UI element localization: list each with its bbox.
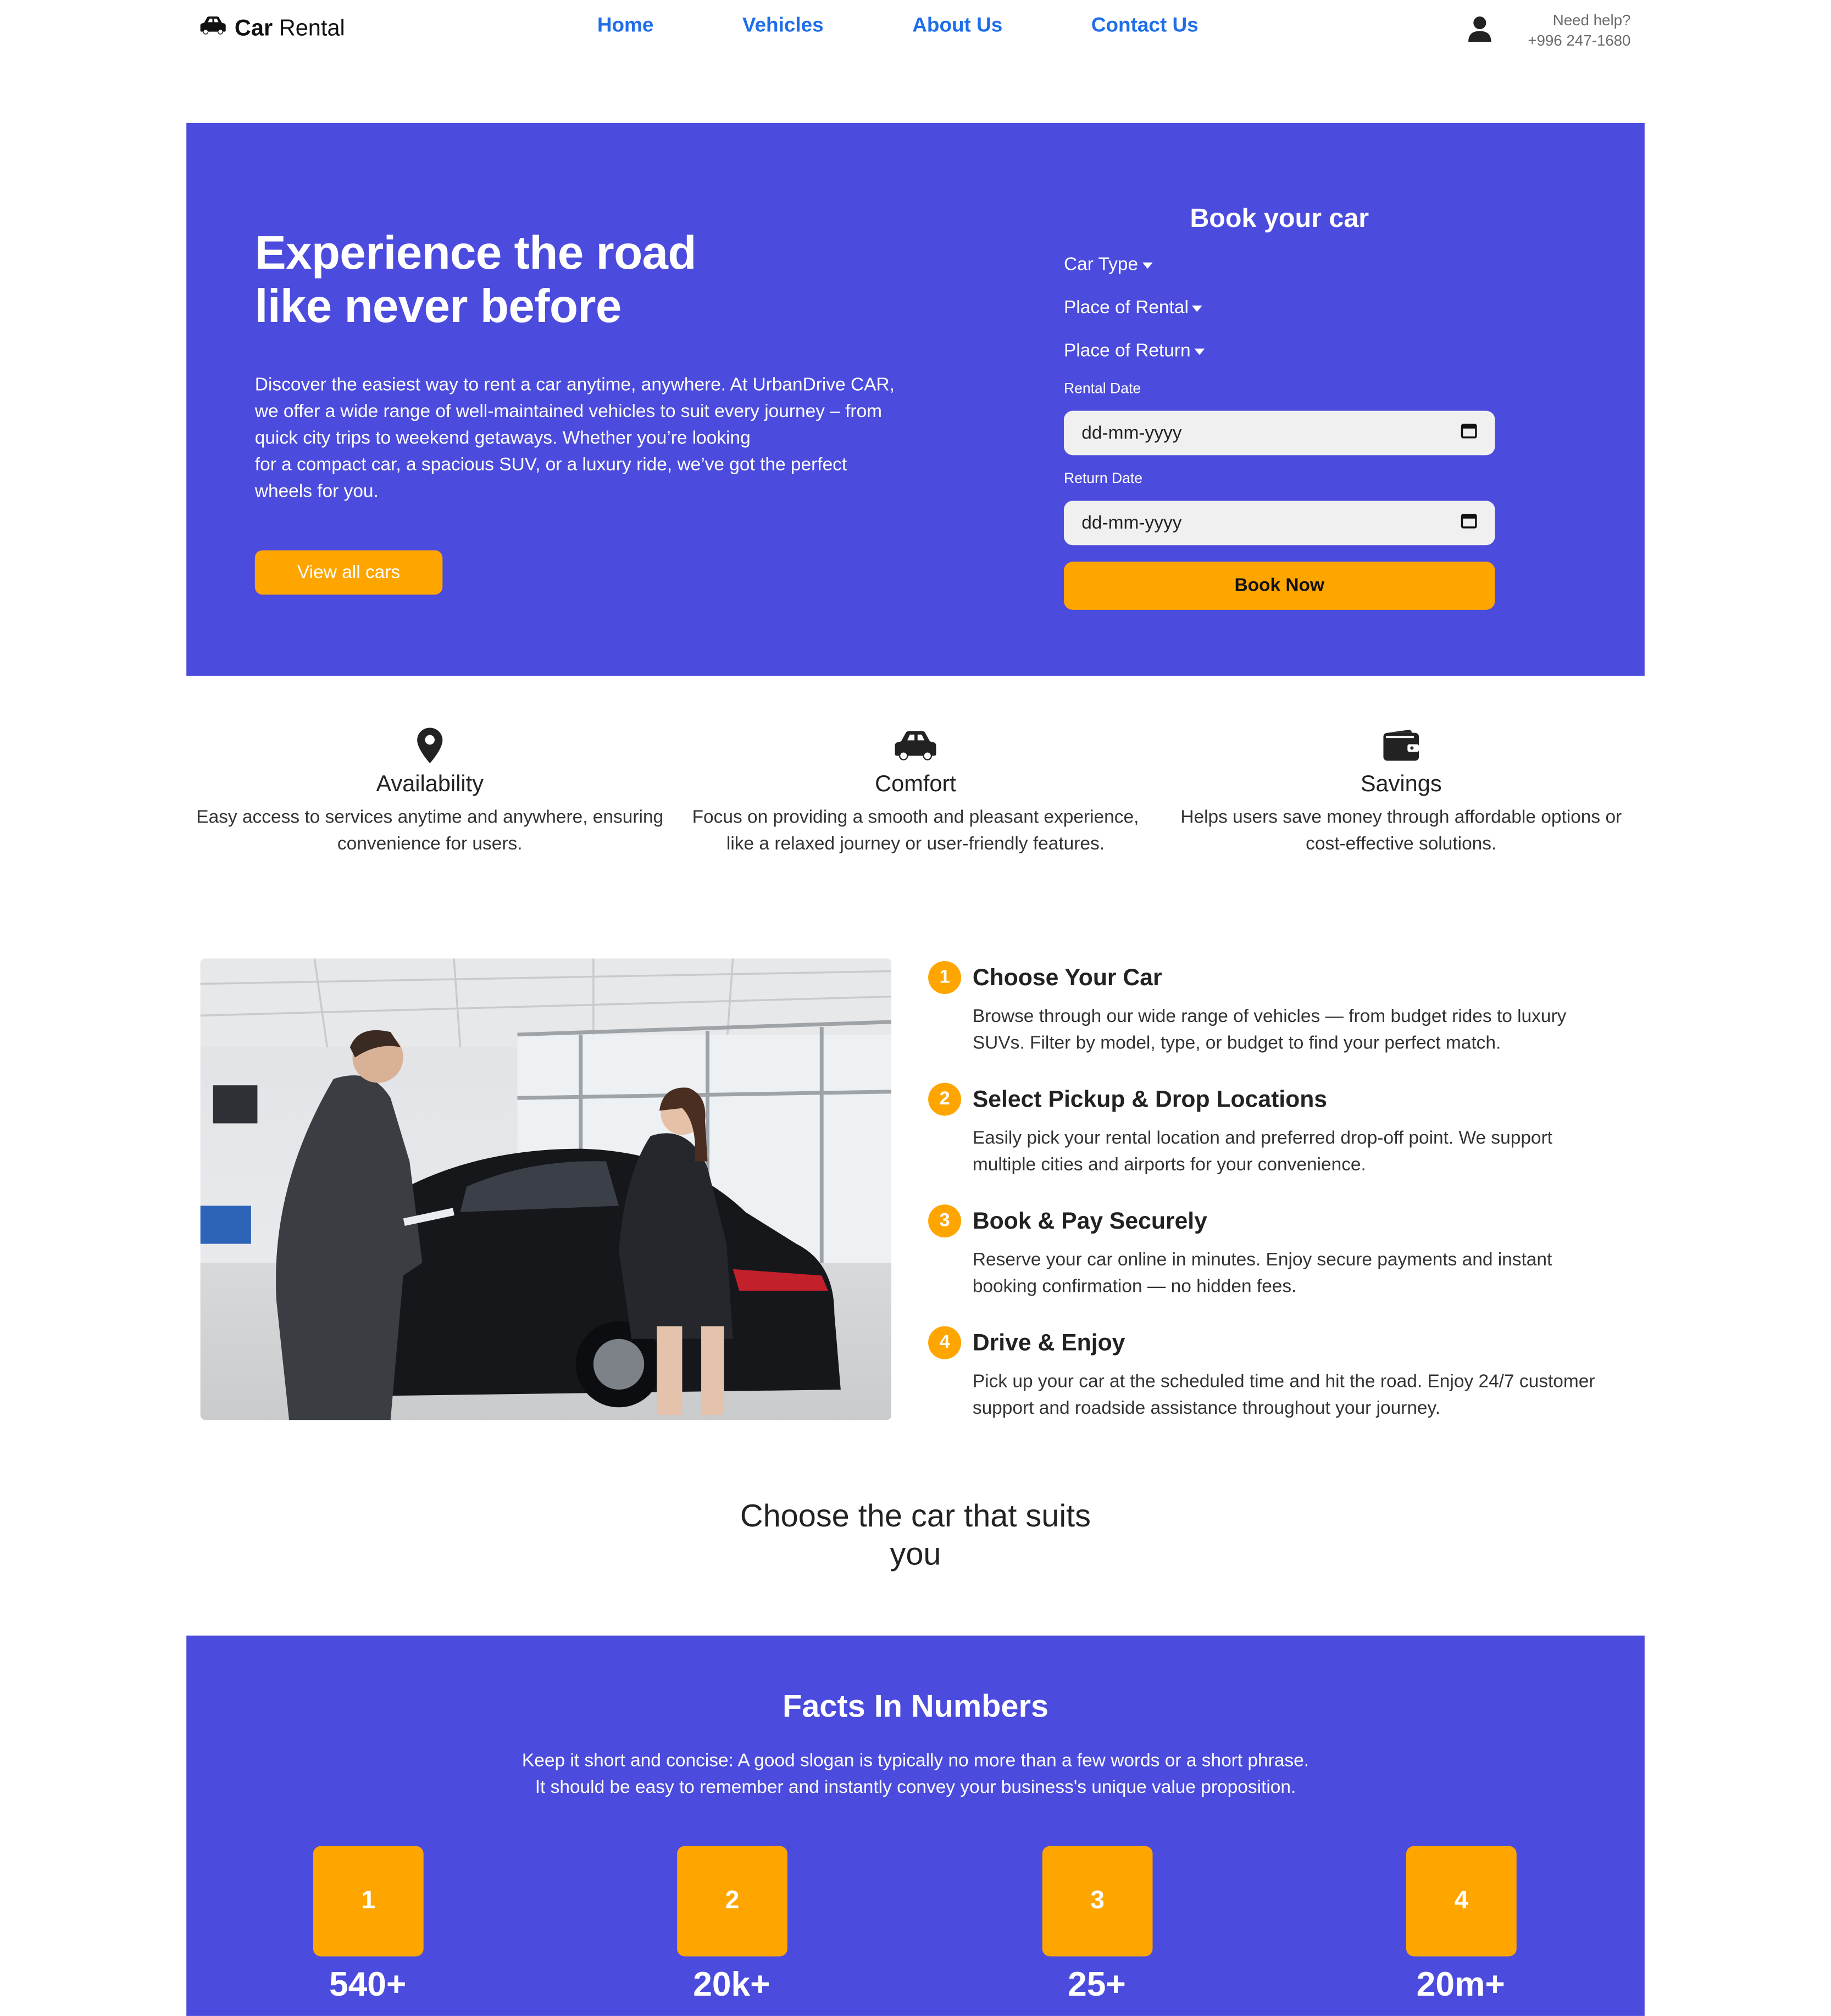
- hero-section: Experience the road like never before Di…: [186, 123, 1645, 676]
- return-date-label: Return Date: [1063, 471, 1143, 487]
- nav-contact-us[interactable]: Contact Us: [1091, 15, 1199, 38]
- place-of-rental-dropdown[interactable]: Place of Rental: [1064, 296, 1495, 338]
- place-of-return-dropdown[interactable]: Place of Return: [1064, 338, 1495, 381]
- step-text: Pick up your car at the scheduled time a…: [972, 1371, 1595, 1419]
- calendar-icon[interactable]: [1461, 422, 1477, 443]
- place-of-return-label: Place of Return: [1063, 341, 1191, 362]
- booking-title: Book your car: [1190, 204, 1369, 234]
- hero-title: Experience the road like never before: [254, 227, 697, 334]
- fact-icon-box: 2: [677, 1846, 787, 1957]
- fact-icon-box: 3: [1042, 1846, 1153, 1957]
- brand-name-rest: Rental: [279, 15, 345, 41]
- fact-value: 540+: [329, 1965, 407, 2003]
- wallet-icon: [1167, 726, 1636, 764]
- place-of-rental-label: Place of Rental: [1063, 298, 1189, 319]
- car-icon: [199, 15, 227, 42]
- fact-value: 20m+: [1416, 1965, 1505, 2003]
- car-type-dropdown[interactable]: Car Type: [1064, 252, 1495, 295]
- feature-text: Helps users save money through affordabl…: [1180, 807, 1622, 855]
- feature-comfort: Comfort Focus on providing a smooth and …: [681, 726, 1150, 858]
- rental-date-input[interactable]: dd-mm-yyyy: [1063, 410, 1495, 456]
- nav-vehicles[interactable]: Vehicles: [742, 15, 824, 38]
- rental-date-label: Rental Date: [1063, 381, 1141, 397]
- car-icon: [681, 726, 1150, 764]
- step-text: Reserve your car online in minutes. Enjo…: [972, 1250, 1552, 1297]
- hero-description: Discover the easiest way to rent a car a…: [254, 375, 895, 502]
- feature-text: Focus on providing a smooth and pleasant…: [692, 807, 1139, 855]
- step-title: Drive & Enjoy: [972, 1329, 1125, 1356]
- hero-title-line2: like never before: [254, 280, 622, 332]
- nav-home[interactable]: Home: [597, 15, 654, 38]
- step-text: Browse through our wide range of vehicle…: [972, 1007, 1567, 1054]
- step-number-badge: 1: [928, 961, 962, 995]
- brand-name-bold: Car: [234, 15, 273, 41]
- feature-title: Comfort: [875, 770, 956, 797]
- fact-value: 20k+: [693, 1965, 770, 2003]
- step-item: 2 Select Pickup & Drop Locations Easily …: [928, 1081, 1619, 1179]
- help-label: Need help?: [1552, 11, 1631, 30]
- caret-down-icon: [1194, 348, 1205, 355]
- step-number-badge: 2: [928, 1082, 962, 1116]
- caret-down-icon: [1142, 262, 1152, 269]
- help-phone[interactable]: +996 247-1680: [1504, 30, 1630, 51]
- choose-car-heading: Choose the car that suits you: [740, 1498, 1091, 1573]
- return-date-placeholder: dd-mm-yyyy: [1081, 513, 1182, 534]
- step-title: Book & Pay Securely: [972, 1207, 1207, 1234]
- book-now-button[interactable]: Book Now: [1063, 562, 1495, 610]
- page: Car Rental Home Vehicles About Us Contac…: [0, 0, 1831, 2016]
- rental-date-placeholder: dd-mm-yyyy: [1081, 423, 1182, 443]
- brand-logo[interactable]: Car Rental: [199, 15, 345, 42]
- step-text: Easily pick your rental location and pre…: [972, 1128, 1553, 1176]
- feature-title: Savings: [1360, 770, 1442, 797]
- showroom-photo: [200, 958, 892, 1420]
- fact-icon-box: 4: [1406, 1846, 1517, 1957]
- facts-section: Facts In Numbers Keep it short and conci…: [186, 1635, 1645, 2016]
- feature-availability: Availability Easy access to services any…: [195, 726, 664, 858]
- booking-form: Book your car Car Type Place of Rental P…: [1063, 204, 1495, 610]
- step-item: 3 Book & Pay Securely Reserve your car o…: [928, 1203, 1619, 1301]
- fact-value: 25+: [1068, 1965, 1126, 2003]
- fact-icon-box: 1: [313, 1846, 424, 1957]
- facts-subtitle: Keep it short and concise: A good slogan…: [521, 1751, 1310, 1798]
- user-icon[interactable]: [1467, 15, 1492, 49]
- caret-down-icon: [1192, 305, 1203, 312]
- help-contact: Need help? +996 247-1680: [1504, 10, 1631, 51]
- return-date-input[interactable]: dd-mm-yyyy: [1063, 501, 1495, 546]
- location-pin-icon: [195, 726, 664, 764]
- feature-title: Availability: [376, 770, 484, 797]
- calendar-icon[interactable]: [1461, 512, 1477, 534]
- car-type-label: Car Type: [1063, 254, 1139, 275]
- step-number-badge: 4: [928, 1326, 962, 1359]
- step-item: 1 Choose Your Car Browse through our wid…: [928, 960, 1619, 1058]
- view-all-cars-button[interactable]: View all cars: [254, 550, 443, 595]
- feature-text: Easy access to services anytime and anyw…: [196, 807, 664, 855]
- feature-savings: Savings Helps users save money through a…: [1167, 726, 1636, 858]
- main-nav: Home Vehicles About Us Contact Us: [597, 15, 1287, 38]
- nav-about-us[interactable]: About Us: [912, 15, 1002, 38]
- step-item: 4 Drive & Enjoy Pick up your car at the …: [928, 1325, 1619, 1423]
- facts-title: Facts In Numbers: [782, 1689, 1049, 1725]
- step-number-badge: 3: [928, 1204, 962, 1238]
- step-title: Select Pickup & Drop Locations: [972, 1085, 1328, 1112]
- step-title: Choose Your Car: [972, 963, 1162, 991]
- hero-title-line1: Experience the road: [254, 227, 697, 279]
